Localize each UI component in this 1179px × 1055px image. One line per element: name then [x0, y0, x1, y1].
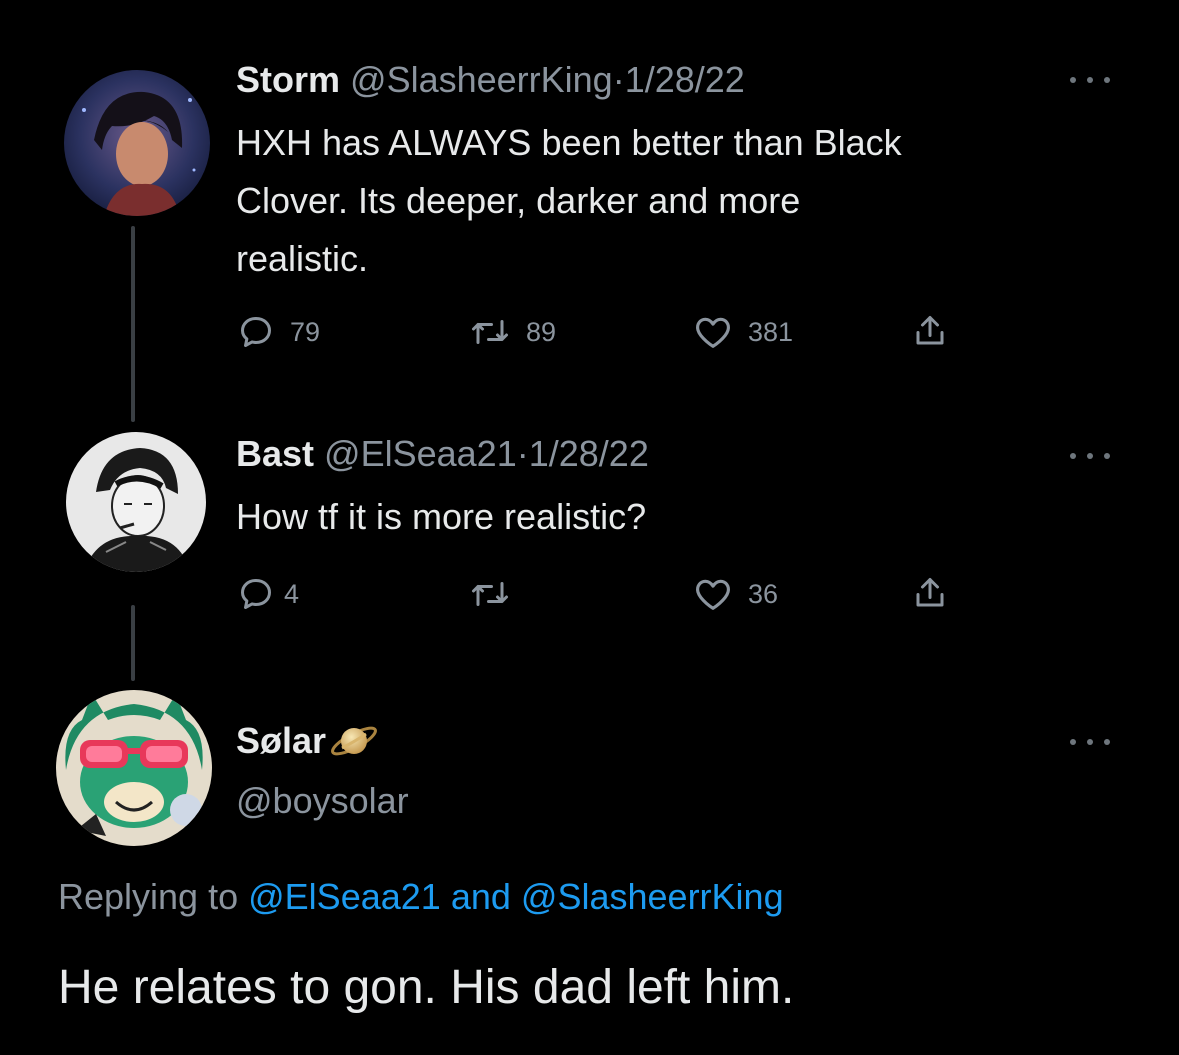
mention-link[interactable]: @SlasheerrKing — [521, 876, 784, 917]
avatar[interactable] — [64, 70, 210, 216]
replying-to: Replying to @ElSeaa21 and @SlasheerrKing — [58, 876, 784, 918]
handle[interactable]: @ElSeaa21 — [324, 433, 517, 474]
more-icon[interactable] — [1070, 450, 1110, 462]
separator-dot: · — [612, 59, 625, 100]
like-count: 381 — [748, 316, 794, 347]
timestamp[interactable]: 1/28/22 — [625, 59, 745, 100]
like-count: 36 — [748, 578, 779, 609]
tweet-text: He relates to gon. His dad left him. — [58, 961, 795, 1014]
avatar[interactable] — [66, 432, 206, 572]
handle[interactable]: @boysolar — [236, 780, 409, 822]
reply-icon — [241, 579, 271, 609]
replying-and: and — [450, 876, 511, 917]
tweet-text-line: HXH has ALWAYS been better than Black — [236, 122, 902, 163]
retweet-button[interactable] — [470, 576, 526, 612]
heart-icon — [696, 317, 730, 348]
saturn-icon — [331, 726, 377, 756]
separator-dot: · — [516, 433, 529, 474]
mention-link[interactable]: @ElSeaa21 — [248, 876, 441, 917]
reply-button[interactable]: 79 — [238, 314, 320, 350]
reply-icon — [241, 317, 271, 347]
like-button[interactable]: 381 — [694, 314, 793, 350]
display-name[interactable]: Sølar — [236, 718, 380, 764]
display-name[interactable]: Bast — [236, 433, 314, 474]
reply-count: 4 — [284, 578, 300, 609]
timestamp[interactable]: 1/28/22 — [529, 433, 649, 474]
tweet-text: HXH has ALWAYS been better than Black Cl… — [236, 114, 902, 288]
more-icon[interactable] — [1070, 74, 1110, 86]
thread-line — [131, 226, 135, 422]
avatar[interactable] — [56, 690, 212, 846]
more-icon[interactable] — [1070, 736, 1110, 748]
retweet-icon — [472, 582, 508, 606]
thread-line — [131, 605, 135, 681]
display-name-text: Sølar — [236, 720, 327, 761]
reply-button[interactable]: 4 — [238, 576, 299, 612]
share-button[interactable] — [912, 574, 948, 612]
tweet-text-line: How tf it is more realistic? — [236, 496, 647, 537]
display-name[interactable]: Storm — [236, 59, 340, 100]
tweet-text: How tf it is more realistic? — [236, 488, 646, 546]
tweet-header: Bast @ElSeaa21·1/28/22 — [236, 432, 649, 476]
heart-icon — [696, 579, 730, 610]
share-icon — [916, 316, 944, 345]
retweet-icon — [472, 320, 508, 344]
like-button[interactable]: 36 — [694, 576, 778, 612]
replying-to-label: Replying to — [58, 876, 239, 917]
share-button[interactable] — [912, 312, 948, 350]
retweet-button[interactable]: 89 — [470, 314, 556, 350]
reply-count: 79 — [290, 316, 321, 347]
tweet-header: Storm @SlasheerrKing·1/28/22 — [236, 58, 745, 102]
retweet-count: 89 — [526, 316, 557, 347]
handle[interactable]: @SlasheerrKing — [350, 59, 613, 100]
share-icon — [916, 578, 944, 607]
tweet-text-line: Clover. Its deeper, darker and more — [236, 180, 801, 221]
tweet-text-line: realistic. — [236, 238, 369, 279]
